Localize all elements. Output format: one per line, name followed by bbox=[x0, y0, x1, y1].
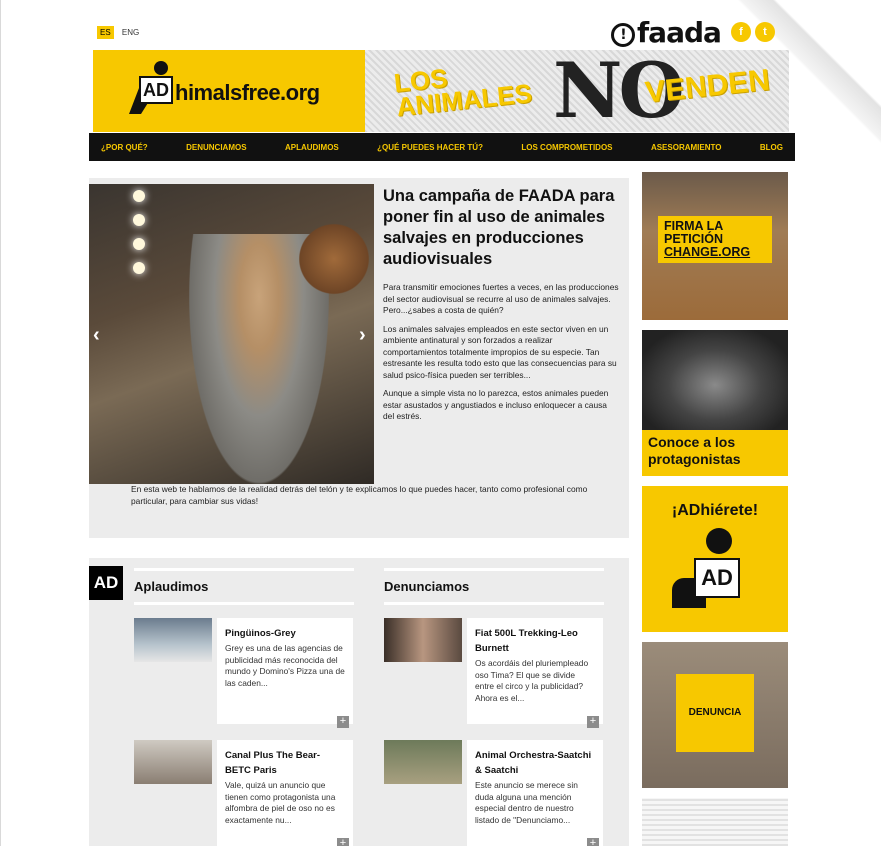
gorilla-image bbox=[642, 330, 788, 430]
petition-line-3: CHANGE.ORG bbox=[664, 245, 751, 259]
mirror-bulb bbox=[133, 214, 145, 226]
protagonistas-banner[interactable]: Conoce a los protagonistas bbox=[642, 330, 788, 476]
mirror-bulb bbox=[133, 238, 145, 250]
card-title[interactable]: Pingüinos-Grey bbox=[225, 626, 345, 641]
card-excerpt: Vale, quizá un anuncio que tienen como p… bbox=[225, 780, 336, 825]
nav-item-por-que[interactable]: ¿POR QUÉ? bbox=[101, 143, 148, 152]
card-thumbnail[interactable] bbox=[134, 618, 212, 662]
logo-text: himalsfree.org bbox=[175, 80, 320, 105]
feature-section: ‹ › Una campaña de FAADA para poner fin … bbox=[89, 178, 629, 538]
site-logo[interactable]: AD himalsfree.org bbox=[93, 50, 365, 132]
card-excerpt: Este anuncio se merece sin duda alguna u… bbox=[475, 780, 578, 825]
feature-paragraph: Aunque a simple vista no lo parezca, est… bbox=[383, 388, 609, 421]
denuncia-label: DENUNCIA bbox=[676, 674, 754, 752]
nav-item-comprometidos[interactable]: LOS COMPROMETIDOS bbox=[521, 143, 612, 152]
news-card[interactable]: Animal Orchestra-Saatchi & Saatchi Este … bbox=[467, 740, 603, 846]
facebook-icon[interactable]: f bbox=[731, 22, 751, 42]
news-card[interactable]: Pingüinos-Grey Grey es una de las agenci… bbox=[217, 618, 353, 728]
slider-next-arrow[interactable]: › bbox=[359, 324, 366, 347]
news-section: AD Aplaudimos Denunciamos Pingüinos-Grey… bbox=[89, 558, 629, 846]
main-nav: ¿POR QUÉ? DENUNCIAMOS APLAUDIMOS ¿QUÉ PU… bbox=[89, 133, 795, 161]
denunciamos-heading[interactable]: Denunciamos bbox=[384, 568, 604, 605]
card-excerpt: Grey es una de las agencias de publicida… bbox=[225, 643, 345, 688]
feature-slideshow[interactable]: ‹ › bbox=[89, 184, 374, 484]
feature-title: Una campaña de FAADA para poner fin al u… bbox=[383, 187, 615, 268]
page: ES ENG ! faada f t AD himalsfree.org LOS … bbox=[0, 0, 881, 846]
card-thumbnail[interactable] bbox=[384, 618, 462, 662]
plus-icon[interactable]: + bbox=[337, 838, 349, 846]
slider-prev-arrow[interactable]: ‹ bbox=[93, 324, 100, 347]
card-title[interactable]: Animal Orchestra-Saatchi & Saatchi bbox=[475, 748, 595, 778]
lang-eng-link[interactable]: ENG bbox=[119, 26, 142, 39]
header-banner: LOS ANIMALES NO VENDEN bbox=[365, 50, 789, 132]
faada-logo[interactable]: ! faada bbox=[611, 16, 722, 49]
news-card[interactable]: Fiat 500L Trekking-Leo Burnett Os acordá… bbox=[467, 618, 603, 728]
nav-item-que-puedes-hacer[interactable]: ¿QUÉ PUEDES HACER TÚ? bbox=[377, 143, 483, 152]
figure-head-icon bbox=[706, 528, 732, 554]
adhierete-label: ¡ADhiérete! bbox=[671, 502, 759, 519]
mirror-bulb bbox=[133, 262, 145, 274]
nav-item-blog[interactable]: BLOG bbox=[760, 143, 783, 152]
feature-paragraph-wide: En esta web te hablamos de la realidad d… bbox=[131, 484, 588, 506]
news-card[interactable]: Canal Plus The Bear-BETC Paris Vale, qui… bbox=[217, 740, 353, 846]
banner-text-left: LOS ANIMALES bbox=[393, 57, 534, 122]
plus-icon[interactable]: + bbox=[337, 716, 349, 728]
adhierete-ad-badge: AD bbox=[694, 558, 740, 598]
lang-es-link[interactable]: ES bbox=[97, 26, 114, 39]
denuncia-banner[interactable]: DENUNCIA bbox=[642, 642, 788, 788]
mirror-bulb bbox=[133, 190, 145, 202]
petition-label: FIRMA LA PETICIÓN CHANGE.ORG bbox=[658, 216, 772, 263]
nav-item-denunciamos[interactable]: DENUNCIAMOS bbox=[186, 143, 246, 152]
feature-paragraph: Para transmitir emociones fuertes a vece… bbox=[383, 282, 619, 315]
aplaudimos-heading[interactable]: Aplaudimos bbox=[134, 568, 354, 605]
petition-banner[interactable]: FIRMA LA PETICIÓN CHANGE.ORG bbox=[642, 172, 788, 320]
twitter-icon[interactable]: t bbox=[755, 22, 775, 42]
nav-item-aplaudimos[interactable]: APLAUDIMOS bbox=[285, 143, 339, 152]
card-thumbnail[interactable] bbox=[134, 740, 212, 784]
language-switcher: ES ENG bbox=[97, 26, 145, 39]
ape-figure-image bbox=[299, 214, 369, 304]
nav-item-asesoramiento[interactable]: ASESORAMIENTO bbox=[651, 143, 722, 152]
feature-paragraph: Los animales salvajes empleados en este … bbox=[383, 323, 617, 380]
protagonistas-label: Conoce a los protagonistas bbox=[642, 430, 788, 476]
newspaper-banner[interactable] bbox=[642, 798, 788, 846]
faada-logo-text: faada bbox=[637, 16, 722, 49]
logo-ad-badge: AD bbox=[139, 76, 173, 104]
adhierete-banner[interactable]: ¡ADhiérete! AD bbox=[642, 486, 788, 632]
card-excerpt: Os acordáis del pluriempleado oso Tima? … bbox=[475, 658, 589, 703]
card-title[interactable]: Canal Plus The Bear-BETC Paris bbox=[225, 748, 345, 778]
exclamation-icon: ! bbox=[611, 23, 635, 47]
feature-body: Para transmitir emociones fuertes a vece… bbox=[383, 282, 619, 430]
plus-icon[interactable]: + bbox=[587, 716, 599, 728]
ad-tag: AD bbox=[89, 566, 123, 600]
card-title[interactable]: Fiat 500L Trekking-Leo Burnett bbox=[475, 626, 595, 656]
plus-icon[interactable]: + bbox=[587, 838, 599, 846]
card-thumbnail[interactable] bbox=[384, 740, 462, 784]
